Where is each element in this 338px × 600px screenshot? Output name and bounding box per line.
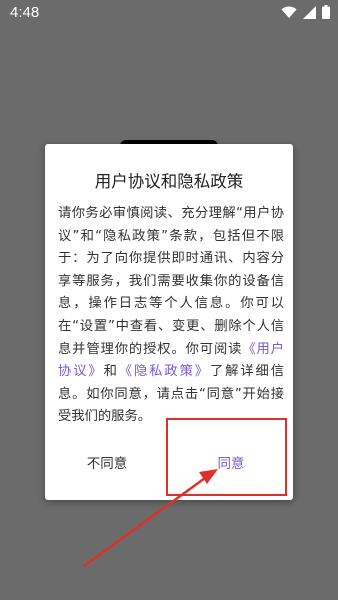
annotation-arrow: [83, 469, 218, 568]
